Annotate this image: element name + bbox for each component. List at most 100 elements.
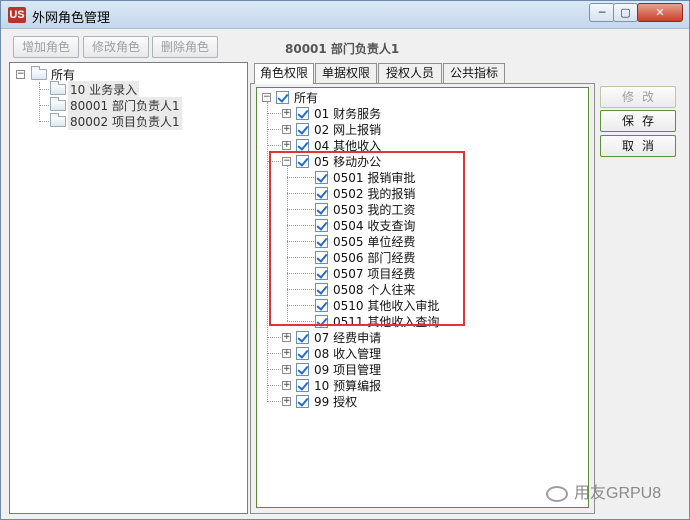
expander-icon[interactable]: + [282,397,291,406]
tree-line [267,385,281,386]
checkbox[interactable] [315,187,328,200]
tab-role-permissions[interactable]: 角色权限 [254,63,314,84]
expander-icon[interactable]: + [282,125,291,134]
expander-icon[interactable]: + [282,349,291,358]
perm-tree-node[interactable]: 07 经费申请 [314,329,381,346]
role-tree-item[interactable]: 10 业务录入 [68,81,140,98]
tree-line [267,113,281,114]
tree-line [287,166,288,321]
add-role-button[interactable]: 增加角色 [13,36,79,58]
close-button[interactable]: ✕ [637,3,683,22]
expander-icon[interactable]: − [262,93,271,102]
folder-icon [50,81,66,95]
perm-tree-node[interactable]: 0510 其他收入审批 [333,297,439,314]
perm-tree-node[interactable]: 0508 个人往来 [333,281,415,298]
tree-line [267,145,281,146]
delete-role-button[interactable]: 删除角色 [152,36,218,58]
checkbox[interactable] [296,379,309,392]
checkbox[interactable] [296,123,309,136]
role-management-window: US 外网角色管理 ─ ▢ ✕ 增加角色 修改角色 删除角色 80001 部门负… [0,0,690,520]
tree-line [287,209,314,210]
window-title: 外网角色管理 [32,11,111,26]
tree-line [267,102,268,402]
expander-icon[interactable]: − [16,70,25,79]
expander-icon[interactable]: + [282,381,291,390]
perm-tree-node[interactable]: 09 项目管理 [314,361,381,378]
checkbox[interactable] [296,331,309,344]
permission-tree[interactable]: − 所有 +01 财务服务 +02 网上报销 +04 其他收入 −05 移动办公 050… [256,87,589,508]
perm-tree-node[interactable]: 01 财务服务 [314,105,381,122]
perm-tree-node[interactable]: 05 移动办公 [314,153,381,170]
tree-line [39,105,49,106]
role-tree-item[interactable]: 80002 项目负责人1 [68,113,182,130]
tab-content-panel: − 所有 +01 财务服务 +02 网上报销 +04 其他收入 −05 移动办公 050… [250,83,595,514]
edit-role-button[interactable]: 修改角色 [83,36,149,58]
tree-line [39,89,49,90]
checkbox[interactable] [296,107,309,120]
save-button[interactable]: 保存 [600,110,676,132]
current-role-label: 80001 部门负责人1 [285,42,400,56]
tree-line [267,369,281,370]
checkbox[interactable] [315,235,328,248]
wechat-icon [546,485,568,502]
expander-icon[interactable]: − [282,157,291,166]
checkbox[interactable] [315,171,328,184]
checkbox[interactable] [315,267,328,280]
perm-tree-node[interactable]: 0504 收支查询 [333,217,415,234]
tree-line [267,401,281,402]
tree-line [287,177,314,178]
checkbox[interactable] [315,203,328,216]
perm-tree-node[interactable]: 10 预算编报 [314,377,381,394]
perm-tree-node[interactable]: 02 网上报销 [314,121,381,138]
perm-tree-node[interactable]: 08 收入管理 [314,345,381,362]
perm-tree-node[interactable]: 0501 报销审批 [333,169,415,186]
expander-icon[interactable]: + [282,365,291,374]
perm-tree-node[interactable]: 0505 单位经费 [333,233,415,250]
perm-tree-node[interactable]: 04 其他收入 [314,137,381,154]
expander-icon[interactable]: + [282,109,291,118]
title-bar[interactable]: US 外网角色管理 ─ ▢ ✕ [1,1,689,29]
tree-line [287,273,314,274]
watermark-text: 用友GRPU8 [574,485,662,502]
minimize-button[interactable]: ─ [589,3,615,22]
perm-tree-node[interactable]: 0502 我的报销 [333,185,415,202]
checkbox[interactable] [296,363,309,376]
tree-line [287,241,314,242]
toolbar: 增加角色 修改角色 删除角色 80001 部门负责人1 [1,30,689,62]
tab-authorized-users[interactable]: 授权人员 [378,63,442,83]
tab-public-indicators[interactable]: 公共指标 [443,63,505,83]
perm-tree-root[interactable]: 所有 [294,89,318,106]
app-logo-icon: US [8,7,26,23]
tree-line [287,257,314,258]
cancel-button[interactable]: 取消 [600,135,676,157]
perm-tree-node[interactable]: 0506 部门经费 [333,249,415,266]
checkbox[interactable] [296,139,309,152]
checkbox[interactable] [315,251,328,264]
perm-tree-node[interactable]: 0507 项目经费 [333,265,415,282]
folder-icon [31,66,47,80]
tree-line [287,305,314,306]
watermark: 用友GRPU8 [546,479,661,503]
role-tree-panel[interactable]: − 所有 10 业务录入 80001 部门负责人1 80002 项目负责人1 [9,62,248,514]
checkbox[interactable] [296,155,309,168]
maximize-button[interactable]: ▢ [613,3,638,22]
checkbox[interactable] [296,395,309,408]
perm-tree-node[interactable]: 0503 我的工资 [333,201,415,218]
tree-line [287,225,314,226]
role-tree-item[interactable]: 80001 部门负责人1 [68,97,182,114]
checkbox[interactable] [315,283,328,296]
expander-icon[interactable]: + [282,333,291,342]
tree-line [39,82,40,122]
checkbox[interactable] [296,347,309,360]
checkbox[interactable] [315,219,328,232]
checkbox-root[interactable] [276,91,289,104]
perm-tree-node[interactable]: 0511 其他收入查询 [333,313,439,330]
tree-line [39,121,49,122]
expander-icon[interactable]: + [282,141,291,150]
perm-tree-node[interactable]: 99 授权 [314,393,357,410]
checkbox[interactable] [315,299,328,312]
tree-line [267,161,281,162]
modify-button[interactable]: 修改 [600,86,676,108]
tab-document-permissions[interactable]: 单据权限 [315,63,377,83]
checkbox[interactable] [315,315,328,328]
